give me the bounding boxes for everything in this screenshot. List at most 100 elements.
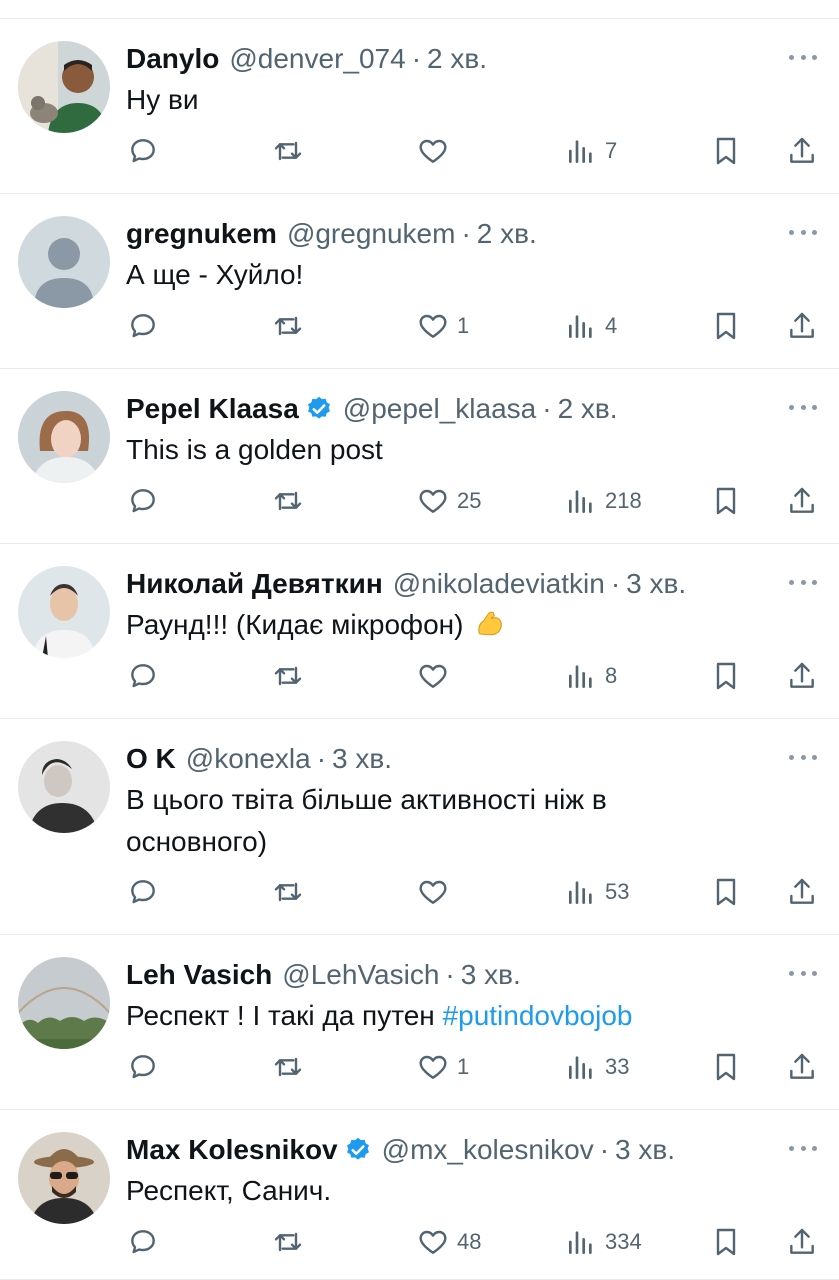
timestamp[interactable]: 2 хв. <box>558 393 618 425</box>
reply-button[interactable] <box>127 1047 159 1087</box>
hashtag-link[interactable]: #putindovbojob <box>443 1000 633 1031</box>
display-name[interactable]: O K <box>126 743 176 775</box>
user-handle[interactable]: @gregnukem <box>287 218 456 250</box>
timestamp[interactable]: 3 хв. <box>461 959 521 991</box>
like-button[interactable] <box>417 872 457 912</box>
retweet-button[interactable] <box>272 1047 304 1087</box>
views-button[interactable]: 33 <box>565 1047 629 1087</box>
share-button[interactable] <box>786 1047 818 1087</box>
reply-button[interactable] <box>127 131 159 171</box>
tweet[interactable]: Николай Девяткин @nikoladeviatkin · 3 хв… <box>0 544 839 719</box>
separator-dot: · <box>445 959 455 990</box>
action-bar: 25 218 <box>0 481 839 521</box>
share-button[interactable] <box>786 872 818 912</box>
tweet-text-content: Раунд!!! (Кидає мікрофон) <box>126 609 464 640</box>
retweet-button[interactable] <box>272 131 304 171</box>
avatar[interactable] <box>18 216 110 308</box>
bookmark-icon <box>710 876 742 908</box>
more-icon[interactable] <box>789 959 817 987</box>
retweet-icon <box>272 876 304 908</box>
views-icon <box>565 660 597 692</box>
like-button[interactable]: 1 <box>417 1047 469 1087</box>
bookmark-button[interactable] <box>710 872 742 912</box>
share-button[interactable] <box>786 306 818 346</box>
retweet-button[interactable] <box>272 656 304 696</box>
share-button[interactable] <box>786 1222 818 1262</box>
tweet[interactable]: O K @konexla · 3 хв. В цього твіта більш… <box>0 719 839 935</box>
retweet-icon <box>272 660 304 692</box>
display-name[interactable]: Leh Vasich <box>126 959 272 991</box>
retweet-button[interactable] <box>272 481 304 521</box>
share-icon <box>786 310 818 342</box>
user-handle[interactable]: @pepel_klaasa <box>343 393 536 425</box>
views-icon <box>565 135 597 167</box>
bookmark-button[interactable] <box>710 131 742 171</box>
user-handle[interactable]: @nikoladeviatkin <box>393 568 605 600</box>
more-icon[interactable] <box>789 393 817 421</box>
like-button[interactable] <box>417 131 457 171</box>
timestamp[interactable]: 3 хв. <box>615 1134 675 1166</box>
avatar[interactable] <box>18 957 110 1049</box>
display-name[interactable]: gregnukem <box>126 218 277 250</box>
user-handle[interactable]: @denver_074 <box>229 43 405 75</box>
views-button[interactable]: 7 <box>565 131 617 171</box>
more-icon[interactable] <box>789 1134 817 1162</box>
views-button[interactable]: 4 <box>565 306 617 346</box>
more-icon[interactable] <box>789 218 817 246</box>
tweet-text: В цього твіта більше активності ніж в ос… <box>126 779 726 863</box>
share-button[interactable] <box>786 656 818 696</box>
reply-button[interactable] <box>127 481 159 521</box>
timestamp[interactable]: 2 хв. <box>477 218 537 250</box>
timestamp[interactable]: 3 хв. <box>332 743 392 775</box>
like-button[interactable]: 48 <box>417 1222 481 1262</box>
user-handle[interactable]: @LehVasich <box>282 959 439 991</box>
reply-button[interactable] <box>127 656 159 696</box>
like-button[interactable] <box>417 656 457 696</box>
reply-button[interactable] <box>127 872 159 912</box>
retweet-button[interactable] <box>272 872 304 912</box>
avatar[interactable] <box>18 391 110 483</box>
tweet[interactable]: gregnukem @gregnukem · 2 хв. А ще - Хуйл… <box>0 194 839 369</box>
display-name[interactable]: Pepel Klaasa <box>126 393 299 425</box>
tweet[interactable]: Max Kolesnikov @mx_kolesnikov · 3 хв. Ре… <box>0 1110 839 1280</box>
share-button[interactable] <box>786 481 818 521</box>
retweet-icon <box>272 485 304 517</box>
more-icon[interactable] <box>789 43 817 71</box>
views-button[interactable]: 53 <box>565 872 629 912</box>
share-button[interactable] <box>786 131 818 171</box>
tweet-header: O K @konexla · 3 хв. <box>126 741 392 777</box>
tweet-text-content: Респект, Санич. <box>126 1175 332 1206</box>
avatar[interactable] <box>18 566 110 658</box>
bookmark-button[interactable] <box>710 481 742 521</box>
bookmark-button[interactable] <box>710 1222 742 1262</box>
more-icon[interactable] <box>789 743 817 771</box>
heart-icon <box>417 135 449 167</box>
display-name[interactable]: Николай Девяткин <box>126 568 383 600</box>
retweet-icon <box>272 1051 304 1083</box>
views-button[interactable]: 8 <box>565 656 617 696</box>
timestamp[interactable]: 3 хв. <box>626 568 686 600</box>
reply-button[interactable] <box>127 1222 159 1262</box>
views-button[interactable]: 218 <box>565 481 642 521</box>
display-name[interactable]: Danylo <box>126 43 219 75</box>
avatar[interactable] <box>18 1132 110 1224</box>
more-icon[interactable] <box>789 568 817 596</box>
retweet-button[interactable] <box>272 1222 304 1262</box>
bookmark-button[interactable] <box>710 1047 742 1087</box>
display-name[interactable]: Max Kolesnikov <box>126 1134 338 1166</box>
avatar[interactable] <box>18 741 110 833</box>
like-button[interactable]: 25 <box>417 481 481 521</box>
avatar[interactable] <box>18 41 110 133</box>
bookmark-button[interactable] <box>710 656 742 696</box>
like-button[interactable]: 1 <box>417 306 469 346</box>
tweet[interactable]: Leh Vasich @LehVasich · 3 хв. Респект ! … <box>0 935 839 1110</box>
tweet[interactable]: Pepel Klaasa @pepel_klaasa · 2 хв. This … <box>0 369 839 544</box>
bookmark-button[interactable] <box>710 306 742 346</box>
tweet[interactable]: Danylo @denver_074 · 2 хв. Ну ви 7 <box>0 19 839 194</box>
retweet-button[interactable] <box>272 306 304 346</box>
reply-button[interactable] <box>127 306 159 346</box>
views-button[interactable]: 334 <box>565 1222 642 1262</box>
user-handle[interactable]: @konexla <box>186 743 311 775</box>
timestamp[interactable]: 2 хв. <box>427 43 487 75</box>
user-handle[interactable]: @mx_kolesnikov <box>382 1134 594 1166</box>
